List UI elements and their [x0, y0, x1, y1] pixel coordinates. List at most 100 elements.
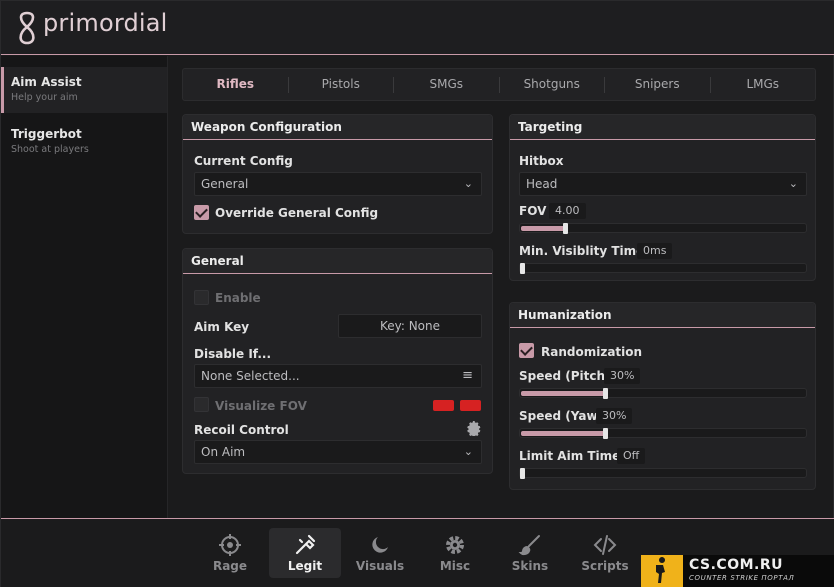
speed-pitch-value: 30% [604, 368, 641, 384]
override-general-label: Override General Config [215, 206, 379, 220]
tab-smgs[interactable]: SMGs [394, 68, 499, 101]
slider-handle[interactable] [603, 388, 608, 399]
sidebar: Aim Assist Help your aim Triggerbot Shoo… [1, 56, 168, 518]
nav-label: Misc [439, 559, 471, 573]
nav-visuals[interactable]: Visuals [344, 528, 416, 578]
sidebar-item-subtitle: Help your aim [11, 92, 78, 103]
gear-icon[interactable] [466, 421, 481, 436]
nav-misc[interactable]: Misc [419, 528, 491, 578]
enable-label: Enable [215, 291, 261, 305]
weapon-tabs: Rifles Pistols SMGs Shotguns Snipers LMG… [182, 68, 816, 101]
chevron-down-icon: ⌄ [463, 177, 473, 190]
nav-label: Legit [287, 559, 323, 573]
hitbox-value: Head [526, 177, 558, 191]
fov-slider[interactable] [519, 223, 807, 234]
nav-rage[interactable]: Rage [194, 528, 266, 578]
current-config-label: Current Config [194, 154, 293, 168]
list-icon: ≡ [462, 368, 473, 383]
current-config-value: General [201, 177, 249, 191]
enable-checkbox[interactable] [194, 290, 209, 305]
disable-if-value: None Selected... [201, 369, 300, 383]
slider-fill [521, 391, 606, 396]
panel-title: General [183, 249, 492, 274]
sidebar-item-triggerbot[interactable]: Triggerbot Shoot at players [1, 119, 167, 165]
nav-scripts[interactable]: Scripts [569, 528, 641, 578]
panel-title: Weapon Configuration [183, 115, 492, 140]
nav-skins[interactable]: Skins [494, 528, 566, 578]
hitbox-label: Hitbox [519, 154, 564, 168]
targeting-panel: Targeting Hitbox Head ⌄ FOV 4.00 Min. Vi… [509, 114, 816, 281]
nav-label: Skins [511, 559, 549, 573]
weapon-configuration-panel: Weapon Configuration Current Config Gene… [182, 114, 493, 234]
tab-snipers[interactable]: Snipers [605, 68, 710, 101]
panel-title: Targeting [510, 115, 815, 140]
cheat-menu-window: primordial Aim Assist Help your aim Trig… [0, 0, 834, 587]
panel-title: Humanization [510, 303, 815, 328]
speed-yaw-slider[interactable] [519, 428, 807, 439]
visualize-fov-checkbox[interactable] [194, 397, 209, 412]
legit-icon [295, 534, 316, 555]
sidebar-item-subtitle: Shoot at players [11, 144, 89, 155]
min-visibility-time-value: 0ms [637, 243, 673, 259]
nav-legit[interactable]: Legit [269, 528, 341, 578]
tab-rifles[interactable]: Rifles [183, 68, 288, 101]
humanization-panel: Humanization Randomization Speed (Pitch)… [509, 302, 816, 490]
slider-fill [521, 226, 566, 231]
recoil-control-label: Recoil Control [194, 423, 289, 437]
gear-icon [446, 536, 464, 554]
fov-color-swatch[interactable] [433, 400, 454, 411]
general-panel: General Enable Aim Key Key: None Disable… [182, 248, 493, 474]
nav-label: Rage [212, 559, 248, 573]
code-icon [593, 535, 617, 555]
recoil-control-value: On Aim [201, 445, 246, 459]
moon-icon [372, 537, 388, 553]
app-brand-name: primordial [43, 9, 168, 37]
tab-lmgs[interactable]: LMGs [711, 68, 816, 101]
chevron-down-icon: ⌄ [788, 177, 798, 190]
hitbox-dropdown[interactable]: Head ⌄ [519, 172, 807, 196]
chevron-down-icon: ⌄ [463, 445, 473, 458]
tab-pistols[interactable]: Pistols [289, 68, 394, 101]
tab-shotguns[interactable]: Shotguns [500, 68, 605, 101]
fov-color-swatch[interactable] [460, 400, 481, 411]
nav-label: Scripts [581, 559, 629, 573]
speed-yaw-label: Speed (Yaw) [519, 409, 604, 423]
primordial-logo-icon [19, 11, 35, 45]
crosshair-icon [219, 534, 241, 556]
header: primordial [1, 1, 834, 55]
aim-key-label: Aim Key [194, 320, 250, 334]
slider-handle[interactable] [520, 263, 525, 274]
min-visibility-time-slider[interactable] [519, 263, 807, 274]
speed-pitch-slider[interactable] [519, 388, 807, 399]
limit-aim-time-label: Limit Aim Time [519, 449, 621, 463]
current-config-dropdown[interactable]: General ⌄ [194, 172, 482, 196]
sidebar-item-title: Triggerbot [11, 127, 82, 141]
slider-handle[interactable] [603, 428, 608, 439]
slider-fill [521, 431, 606, 436]
watermark: CS.COM.RU COUNTER STRIKE ПОРТАЛ [641, 555, 834, 587]
limit-aim-time-value: Off [617, 448, 646, 464]
speed-yaw-value: 30% [596, 408, 633, 424]
watermark-subtitle: COUNTER STRIKE ПОРТАЛ [689, 574, 795, 582]
disable-if-label: Disable If... [194, 347, 272, 361]
watermark-title: CS.COM.RU [689, 557, 784, 573]
aim-key-button[interactable]: Key: None [338, 314, 482, 338]
recoil-control-dropdown[interactable]: On Aim ⌄ [194, 440, 482, 464]
counter-strike-logo [641, 555, 683, 587]
visualize-fov-label: Visualize FOV [215, 399, 307, 413]
min-visibility-time-label: Min. Visiblity Time [519, 244, 645, 258]
randomization-checkbox[interactable] [519, 343, 534, 358]
fov-value: 4.00 [549, 203, 586, 219]
sidebar-item-aim-assist[interactable]: Aim Assist Help your aim [1, 67, 167, 113]
override-general-checkbox[interactable] [194, 205, 209, 220]
sidebar-item-title: Aim Assist [11, 75, 82, 89]
disable-if-multiselect[interactable]: None Selected... ≡ [194, 364, 482, 388]
speed-pitch-label: Speed (Pitch) [519, 369, 611, 383]
slider-handle[interactable] [520, 468, 525, 479]
randomization-label: Randomization [541, 345, 643, 359]
limit-aim-time-slider[interactable] [519, 468, 807, 479]
nav-label: Visuals [355, 559, 405, 573]
fov-label: FOV [519, 204, 547, 218]
slider-handle[interactable] [563, 223, 568, 234]
brush-icon [518, 535, 540, 556]
